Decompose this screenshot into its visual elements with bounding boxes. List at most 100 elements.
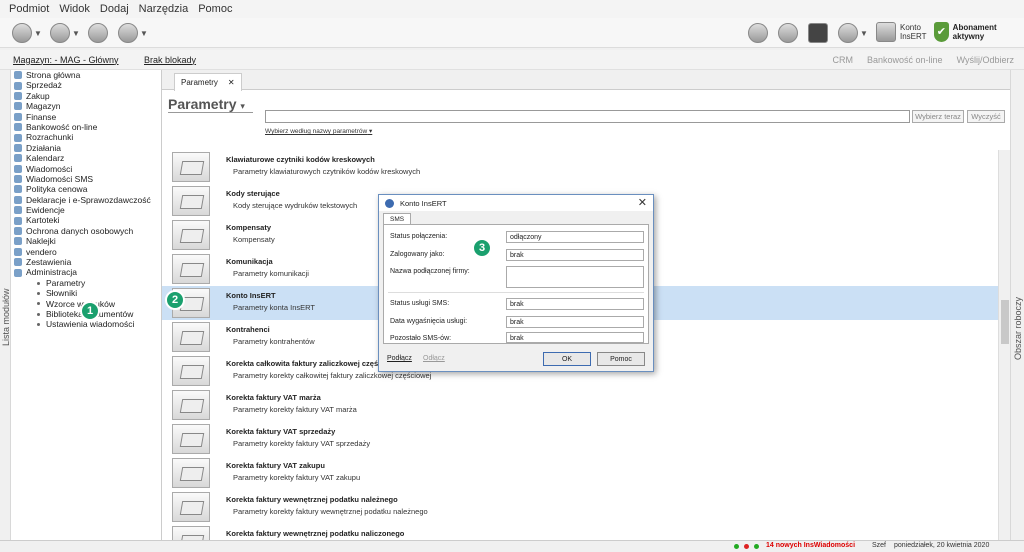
magazyn-selector[interactable]: Magazyn: - MAG - Główny <box>13 55 119 65</box>
dialog-close-icon[interactable]: ✕ <box>638 196 647 209</box>
crm-button[interactable]: CRM <box>833 55 854 65</box>
menu-dodaj[interactable]: Dodaj <box>95 3 134 15</box>
sidebar-item[interactable]: Bankowość on-line <box>11 122 161 132</box>
print-button[interactable] <box>88 22 108 44</box>
module-icon <box>14 258 22 267</box>
menu-podmiot[interactable]: Podmiot <box>4 3 54 15</box>
printer-icon <box>88 23 108 43</box>
parameter-icon <box>172 356 210 386</box>
tab-close-icon[interactable]: ✕ <box>228 78 235 87</box>
parameter-title: Korekta faktury wewnętrznej podatku nali… <box>226 529 405 538</box>
konto-insert-button[interactable]: Konto InsERT <box>876 22 927 42</box>
parameter-row[interactable]: Korekta faktury VAT zakupu Parametry kore… <box>162 456 998 490</box>
sidebar-item[interactable]: Kartoteki <box>11 215 161 225</box>
current-date: poniedziałek, 20 kwietnia 2020 <box>894 542 990 549</box>
sidebar-item[interactable]: Administracja <box>11 267 161 277</box>
abonament-status[interactable]: ✔ Abonament aktywny <box>934 22 1024 42</box>
parameter-row[interactable]: Klawiaturowe czytniki kodów kreskowych Pa… <box>162 150 998 184</box>
parameter-row[interactable]: Korekta faktury VAT sprzedaży Parametry k… <box>162 422 998 456</box>
sms-status-label: Status usługi SMS: <box>390 300 450 307</box>
wybierz-teraz-button[interactable]: Wybierz teraz <box>912 110 964 123</box>
sidebar-item[interactable]: Finanse <box>11 112 161 122</box>
cloud-button[interactable]: ▼ <box>50 22 80 44</box>
scrollbar-thumb[interactable] <box>1001 300 1009 344</box>
workspace-strip[interactable]: Obszar roboczy <box>1010 70 1024 540</box>
search-input[interactable] <box>265 110 910 123</box>
sidebar-item[interactable]: Polityka cenowa <box>11 184 161 194</box>
search-tool-button[interactable]: ▼ <box>118 22 148 44</box>
sidebar-item[interactable]: Magazyn <box>11 101 161 111</box>
sidebar-item[interactable]: Rozrachunki <box>11 132 161 142</box>
sidebar-item-label: Kartoteki <box>26 215 60 226</box>
sidebar-item[interactable]: Wiadomości <box>11 164 161 174</box>
module-icon <box>14 81 22 90</box>
help-dialog-button[interactable]: Pomoc <box>597 352 645 366</box>
sidebar-item-label: Deklaracje i e-Sprawozdawczość <box>26 194 151 205</box>
disconnect-link[interactable]: Odłącz <box>423 355 445 362</box>
parameter-icon <box>172 390 210 420</box>
sidebar-item[interactable]: Kalendarz <box>11 153 161 163</box>
news-indicator[interactable]: 14 nowych InsWiadomości <box>766 542 855 549</box>
user-button[interactable]: ▼ <box>838 22 868 44</box>
sidebar-item[interactable]: Działania <box>11 143 161 153</box>
sidebar-item[interactable]: Zakup <box>11 91 161 101</box>
page-title[interactable]: Parametry ▾ <box>168 96 253 113</box>
sms-status-field[interactable]: brak <box>506 298 644 310</box>
parameter-description: Kompensaty <box>233 235 275 244</box>
bankowosc-button[interactable]: Bankowość on-line <box>867 55 943 65</box>
modules-strip[interactable]: Lista modułów <box>0 70 11 540</box>
status-bar: 14 nowych InsWiadomości Szef poniedziałe… <box>0 540 1024 552</box>
parameter-row[interactable]: Korekta faktury VAT marża Parametry korek… <box>162 388 998 422</box>
sidebar-item-label: Zakup <box>26 90 50 101</box>
sidebar-item[interactable]: Ochrona danych osobowych <box>11 226 161 236</box>
sidebar-subitem[interactable]: Parametry <box>11 278 161 288</box>
sidebar-item[interactable]: Strona główna <box>11 70 161 80</box>
tab-strip: Parametry ✕ <box>162 70 1010 91</box>
tab-sms[interactable]: SMS <box>383 213 412 224</box>
firm-field[interactable] <box>506 266 644 288</box>
parameter-description: Parametry korekty faktury VAT zakupu <box>233 473 361 482</box>
sidebar-item[interactable]: Deklaracje i e-Sprawozdawczość <box>11 195 161 205</box>
sidebar-item[interactable]: vendero <box>11 247 161 257</box>
sidebar-item-label: Naklejki <box>26 236 56 247</box>
parameter-icon <box>172 424 210 454</box>
vertical-scrollbar[interactable] <box>998 150 1010 540</box>
menu-narzedzia[interactable]: Narzędzia <box>134 3 194 15</box>
help-button[interactable] <box>778 22 798 44</box>
menu-widok[interactable]: Widok <box>54 3 95 15</box>
module-icon <box>14 185 22 194</box>
tab-parametry[interactable]: Parametry ✕ <box>174 73 242 91</box>
status-field[interactable]: odłączony <box>506 231 644 243</box>
refresh-button[interactable] <box>748 22 768 44</box>
wyczysc-button[interactable]: Wyczyść <box>967 110 1005 123</box>
parameter-title: Korekta faktury VAT sprzedaży <box>226 427 336 436</box>
box-button[interactable] <box>808 22 828 44</box>
parameter-row[interactable]: Korekta faktury wewnętrznej podatku nali… <box>162 524 998 540</box>
module-icon <box>14 206 22 215</box>
parameter-description: Kody sterujące wydruków tekstowych <box>233 201 358 210</box>
expiry-field[interactable]: brak <box>506 316 644 328</box>
parameter-icon <box>172 152 210 182</box>
module-icon <box>14 112 22 121</box>
remaining-field[interactable]: brak <box>506 332 644 343</box>
logged-field[interactable]: brak <box>506 249 644 261</box>
ok-button[interactable]: OK <box>543 352 591 366</box>
sidebar-item[interactable]: Zestawienia <box>11 257 161 267</box>
sidebar-item[interactable]: Wiadomości SMS <box>11 174 161 184</box>
filter-by-name-link[interactable]: Wybierz według nazwy parametrów ▾ <box>265 127 372 135</box>
bullet-icon <box>37 302 40 306</box>
sidebar-item[interactable]: Naklejki <box>11 236 161 246</box>
connect-link[interactable]: Podłącz <box>387 355 412 362</box>
menu-pomoc[interactable]: Pomoc <box>193 3 237 15</box>
new-document-button[interactable]: ▼ <box>12 22 42 44</box>
main-toolbar: ▼ ▼ ▼ ▼ Konto InsERT ✔ Abonament aktywny <box>0 18 1024 48</box>
parameter-description: Parametry korekty faktury wewnętrznej po… <box>233 507 428 516</box>
wyslij-odbierz-button[interactable]: Wyślij/Odbierz <box>957 55 1014 65</box>
sidebar-subitem[interactable]: Ustawienia wiadomości <box>11 319 161 329</box>
remaining-label: Pozostało SMS-ów: <box>390 335 452 342</box>
blokada-link[interactable]: Brak blokady <box>144 55 196 65</box>
sidebar-subitem[interactable]: Słowniki <box>11 288 161 298</box>
sidebar-item[interactable]: Ewidencje <box>11 205 161 215</box>
sidebar-item[interactable]: Sprzedaż <box>11 80 161 90</box>
parameter-row[interactable]: Korekta faktury wewnętrznej podatku nale… <box>162 490 998 524</box>
